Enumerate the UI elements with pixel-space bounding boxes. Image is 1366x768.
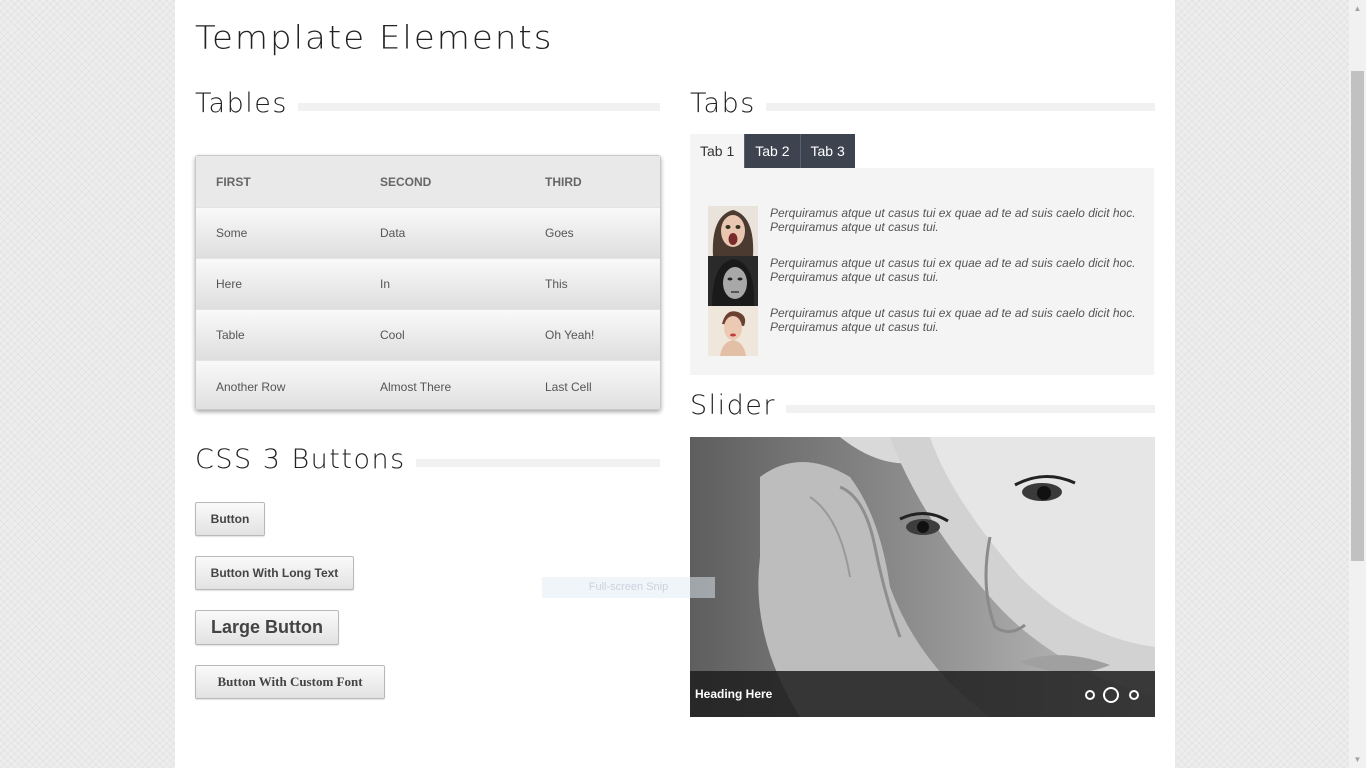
section-divider [297, 102, 660, 111]
table-row: Some Data Goes [196, 208, 660, 259]
snip-overlay: Full-screen Snip [542, 577, 715, 598]
thumbnail-image [708, 206, 758, 256]
slider-heading: Slider [690, 390, 776, 421]
tab-content-item: Perquiramus atque ut casus tui ex quae a… [708, 206, 1138, 256]
table-cell: Table [216, 328, 245, 342]
tab-content-text: Perquiramus atque ut casus tui ex quae a… [770, 206, 1136, 234]
section-divider [765, 102, 1155, 111]
slider-caption: Heading Here [695, 687, 773, 701]
tab-1[interactable]: Tab 1 [690, 134, 745, 168]
table-header-cell: THIRD [545, 174, 582, 189]
tables-section-header: Tables [195, 88, 660, 119]
thumbnail-image [708, 306, 758, 356]
tab-panel: Perquiramus atque ut casus tui ex quae a… [690, 168, 1154, 375]
table-header-cell: FIRST [216, 174, 251, 189]
tab-bar: Tab 1 Tab 2 Tab 3 [690, 134, 855, 168]
table-cell: Here [216, 277, 243, 291]
button-basic[interactable]: Button [195, 502, 265, 536]
tab-2[interactable]: Tab 2 [744, 134, 800, 168]
button-large[interactable]: Large Button [195, 610, 339, 645]
tab-content-item: Perquiramus atque ut casus tui ex quae a… [708, 256, 1138, 306]
table-header-cell: SECOND [380, 174, 432, 189]
section-divider [786, 404, 1155, 413]
slider-section-header: Slider [690, 390, 1155, 421]
table-header-row: FIRST SECOND THIRD [196, 156, 660, 208]
page-container: Template Elements Tables FIRST SECOND TH… [175, 0, 1175, 768]
tab-3[interactable]: Tab 3 [799, 134, 855, 168]
tabs-section-header: Tabs [690, 88, 1155, 119]
tab-content-item: Perquiramus atque ut casus tui ex quae a… [708, 306, 1138, 356]
scroll-down-arrow-icon[interactable]: ▼ [1349, 751, 1366, 768]
tab-content-text: Perquiramus atque ut casus tui ex quae a… [770, 256, 1136, 284]
button-custom-font[interactable]: Button With Custom Font [195, 665, 385, 699]
image-slider[interactable]: Heading Here [690, 437, 1155, 717]
table-cell: Oh Yeah! [545, 328, 595, 342]
table-row: Table Cool Oh Yeah! [196, 310, 660, 361]
slider-dot-3[interactable] [1129, 690, 1139, 700]
slider-caption-bar: Heading Here [690, 671, 1155, 717]
table-cell: This [545, 277, 568, 291]
slider-dot-2[interactable] [1103, 687, 1119, 703]
table-cell: Last Cell [545, 379, 592, 394]
tables-heading: Tables [195, 88, 288, 119]
buttons-heading: CSS 3 Buttons [195, 444, 406, 475]
tab-content-text: Perquiramus atque ut casus tui ex quae a… [770, 306, 1136, 334]
table-cell: Almost There [380, 379, 452, 394]
table-cell: Data [380, 226, 406, 240]
page-title: Template Elements [195, 19, 554, 57]
table-cell: In [380, 277, 391, 291]
scrollbar-thumb[interactable] [1351, 71, 1364, 561]
scroll-up-arrow-icon[interactable]: ▲ [1349, 0, 1366, 17]
button-long-text[interactable]: Button With Long Text [195, 556, 354, 590]
table-row: Here In This [196, 259, 660, 310]
table-cell: Another Row [216, 379, 286, 394]
thumbnail-image [708, 256, 758, 306]
slider-dot-1[interactable] [1085, 690, 1095, 700]
vertical-scrollbar[interactable]: ▲ ▼ [1349, 0, 1366, 768]
table-cell: Cool [380, 328, 405, 342]
data-table: FIRST SECOND THIRD Some Data Goes Here I… [195, 155, 661, 410]
table-row: Another Row Almost There Last Cell [196, 361, 660, 409]
tabs-heading: Tabs [690, 88, 756, 119]
buttons-section-header: CSS 3 Buttons [195, 444, 660, 475]
table-cell: Goes [545, 226, 574, 240]
section-divider [415, 458, 660, 467]
table-cell: Some [216, 226, 248, 240]
